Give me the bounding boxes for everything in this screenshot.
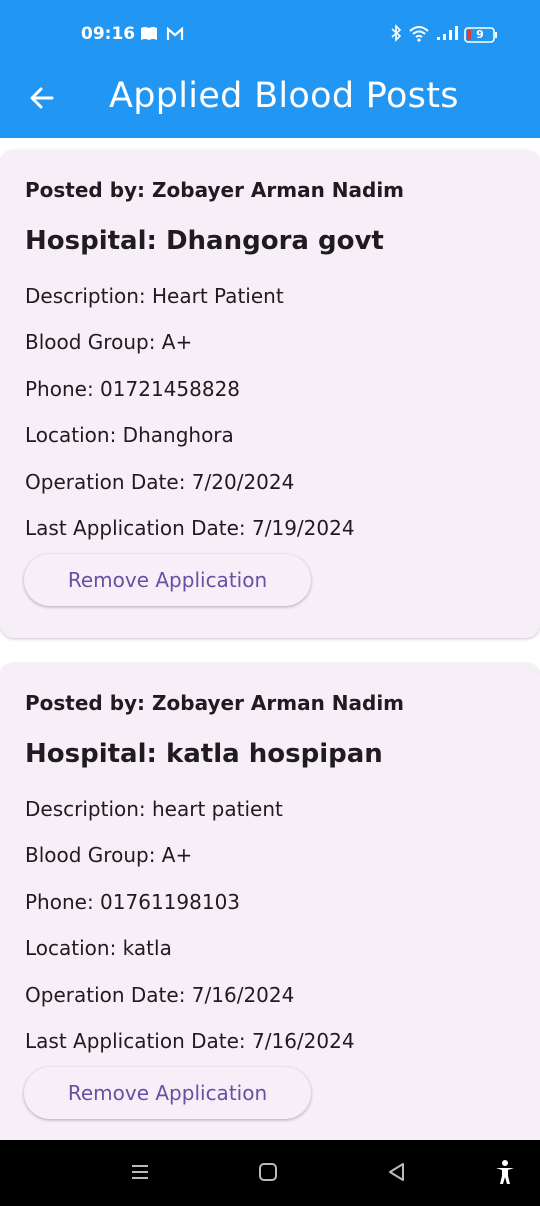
- accessibility-button[interactable]: [489, 1158, 521, 1190]
- book-icon: [140, 26, 158, 46]
- posted-by: Posted by: Zobayer Arman Nadim: [25, 178, 405, 202]
- back-triangle-icon: [386, 1161, 408, 1187]
- back-button[interactable]: [24, 82, 60, 118]
- signal-icon: [436, 25, 458, 45]
- phone: Phone: 01721458828: [25, 377, 241, 401]
- recent-apps-button[interactable]: [124, 1158, 156, 1190]
- description: Description: Heart Patient: [25, 284, 284, 308]
- phone: Phone: 01761198103: [25, 890, 241, 914]
- blood-group: Blood Group: A+: [25, 843, 193, 867]
- post-card: Posted by: Zobayer Arman Nadim Hospital:…: [0, 150, 540, 638]
- back-nav-button[interactable]: [381, 1158, 413, 1190]
- bluetooth-icon: [390, 24, 402, 46]
- accessibility-icon: [493, 1159, 517, 1189]
- description: Description: heart patient: [25, 797, 283, 821]
- menu-icon: [129, 1161, 151, 1187]
- post-card: Posted by: Zobayer Arman Nadim Hospital:…: [0, 663, 540, 1140]
- posts-list[interactable]: Posted by: Zobayer Arman Nadim Hospital:…: [0, 138, 540, 1140]
- status-notification-icons: [140, 26, 184, 46]
- arrow-left-icon: [28, 84, 56, 116]
- hospital-name: Hospital: Dhangora govt: [25, 226, 384, 256]
- remove-application-button[interactable]: Remove Application: [24, 1067, 311, 1119]
- hospital-name: Hospital: katla hospipan: [25, 739, 383, 769]
- status-bar: 09:16 9: [0, 0, 540, 68]
- home-square-icon: [257, 1161, 279, 1187]
- posted-by: Posted by: Zobayer Arman Nadim: [25, 691, 405, 715]
- app-bar: Applied Blood Posts: [0, 68, 540, 138]
- page-title: Applied Blood Posts: [109, 76, 459, 116]
- battery-icon: 9: [464, 27, 498, 43]
- last-application-date: Last Application Date: 7/19/2024: [25, 516, 355, 540]
- home-button[interactable]: [252, 1158, 284, 1190]
- remove-application-button[interactable]: Remove Application: [24, 554, 311, 606]
- blood-group: Blood Group: A+: [25, 330, 193, 354]
- wifi-icon: [408, 24, 430, 46]
- battery-level: 9: [476, 28, 484, 41]
- location: Location: Dhanghora: [25, 423, 234, 447]
- status-time: 09:16: [81, 24, 136, 44]
- operation-date: Operation Date: 7/16/2024: [25, 983, 295, 1007]
- system-nav-bar: [0, 1140, 540, 1206]
- gmail-icon: [166, 26, 184, 46]
- location: Location: katla: [25, 936, 172, 960]
- status-system-icons: 9: [390, 24, 498, 46]
- operation-date: Operation Date: 7/20/2024: [25, 470, 295, 494]
- last-application-date: Last Application Date: 7/16/2024: [25, 1029, 355, 1053]
